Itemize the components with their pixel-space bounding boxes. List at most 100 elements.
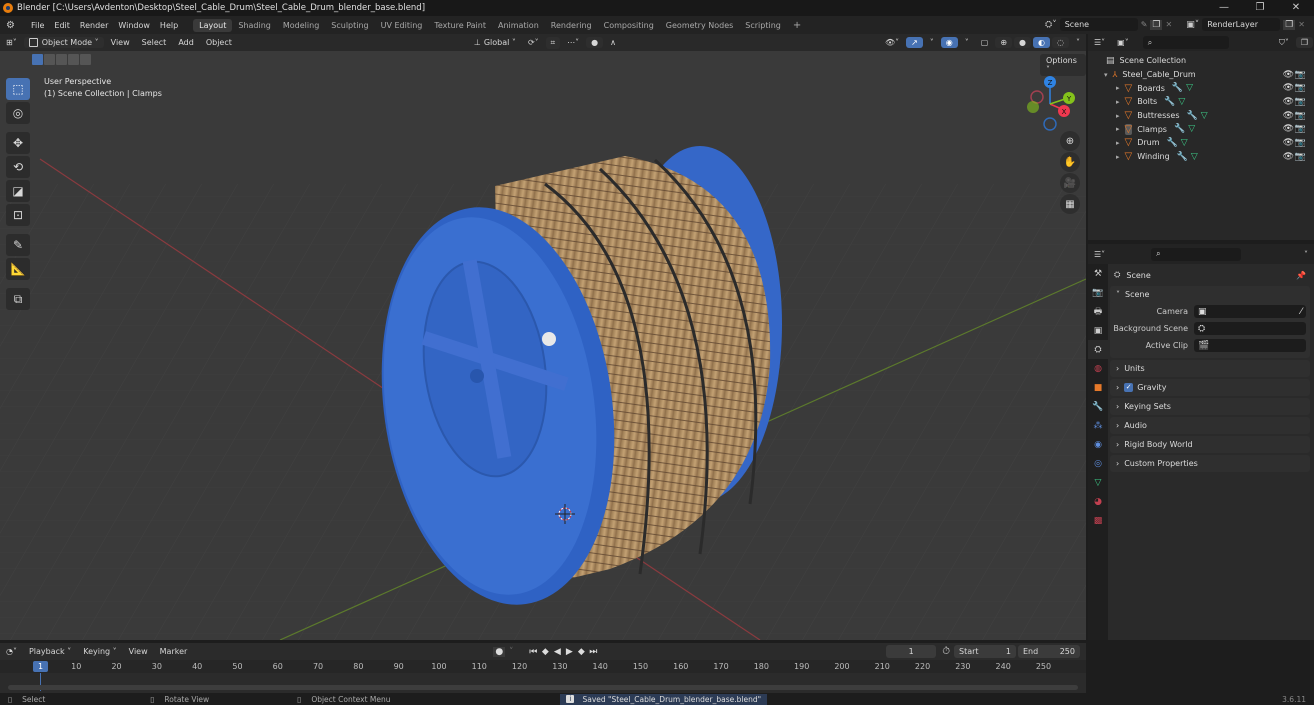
start-frame-field[interactable]: Start 1 <box>954 645 1016 658</box>
units-panel-header[interactable]: › Units <box>1110 360 1310 377</box>
mesh-data-icon[interactable]: ▽ <box>1188 124 1195 134</box>
visibility-eye-icon[interactable]: 👁 <box>1283 124 1294 134</box>
new-view-layer-icon[interactable]: ❐ <box>1283 19 1296 30</box>
filter-dropdown[interactable]: ⛉˅ <box>1274 37 1294 49</box>
tab-animation[interactable]: Animation <box>492 19 545 32</box>
expand-arrow-icon[interactable]: ▸ <box>1116 153 1120 161</box>
minimize-button[interactable]: — <box>1206 0 1242 16</box>
render-camera-icon[interactable]: 📷 <box>1295 70 1306 80</box>
tool-tab-icon[interactable]: ⚒ <box>1088 264 1108 283</box>
overlays-dropdown[interactable]: ˅ <box>960 37 974 48</box>
collection-row[interactable]: ▾ ⅄ Steel_Cable_Drum 👁 📷 <box>1088 68 1314 82</box>
keying-sets-panel-header[interactable]: › Keying Sets <box>1110 398 1310 415</box>
pivot-point-dropdown[interactable]: ⟳˅ <box>523 37 544 48</box>
viewport-scene[interactable] <box>0 34 1086 640</box>
mesh-data-icon[interactable]: ▽ <box>1181 138 1188 148</box>
annotate-tool[interactable]: ✎ <box>6 234 30 256</box>
tab-uv-editing[interactable]: UV Editing <box>375 19 429 32</box>
gravity-checkbox[interactable]: ✓ <box>1124 383 1134 392</box>
cursor-tool[interactable]: ◎ <box>6 102 30 124</box>
modifiers-tab-icon[interactable]: 🔧 <box>1088 397 1108 416</box>
modifier-wrench-icon[interactable]: 🔧 <box>1187 111 1198 121</box>
outliner-item[interactable]: ▸ ▽ Bolts 🔧 ▽ 👁 📷 <box>1088 95 1314 109</box>
outliner-item-active[interactable]: ▸ ▽ Clamps 🔧 ▽ 👁 📷 <box>1088 122 1314 136</box>
play-button[interactable]: ▶ <box>563 647 575 657</box>
modifier-wrench-icon[interactable]: 🔧 <box>1167 138 1178 148</box>
jump-start-button[interactable]: ⏮ <box>527 647 539 657</box>
delete-view-layer-icon[interactable]: ✕ <box>1298 20 1305 29</box>
modifier-wrench-icon[interactable]: 🔧 <box>1177 152 1188 162</box>
particles-tab-icon[interactable]: ⁂ <box>1088 416 1108 435</box>
visibility-eye-icon[interactable]: 👁 <box>1283 83 1294 93</box>
menu-file[interactable]: File <box>26 21 49 30</box>
play-reverse-button[interactable]: ◀ <box>551 647 563 657</box>
pan-hand-icon[interactable]: ✋ <box>1060 152 1080 172</box>
render-camera-icon[interactable]: 📷 <box>1295 124 1306 134</box>
render-tab-icon[interactable]: 📷 <box>1088 283 1108 302</box>
tab-layout[interactable]: Layout <box>193 18 233 32</box>
render-camera-icon[interactable]: 📷 <box>1295 97 1306 107</box>
view-layer-field[interactable]: RenderLayer <box>1202 18 1281 31</box>
outliner-editor-type[interactable]: ☰˅ <box>1089 37 1110 48</box>
gizmo-neg-z[interactable] <box>1043 117 1057 131</box>
modifier-wrench-icon[interactable]: 🔧 <box>1174 124 1185 134</box>
expand-arrow-icon[interactable]: ▸ <box>1116 125 1120 133</box>
menu-marker[interactable]: Marker <box>155 646 193 657</box>
menu-view[interactable]: View <box>106 37 135 48</box>
expand-arrow-icon[interactable]: ▸ <box>1116 112 1120 120</box>
modifier-wrench-icon[interactable]: 🔧 <box>1164 97 1175 107</box>
modifier-wrench-icon[interactable]: 🔧 <box>1172 83 1183 93</box>
menu-window[interactable]: Window <box>113 21 155 30</box>
overlays-toggle[interactable]: ◉ <box>940 37 958 48</box>
expand-arrow-icon[interactable]: ▸ <box>1116 84 1120 92</box>
render-camera-icon[interactable]: 📷 <box>1295 83 1306 93</box>
select-box-tool[interactable]: ⬚ <box>6 78 30 100</box>
display-mode-dropdown[interactable]: ▣˅ <box>1112 37 1134 48</box>
tab-sculpting[interactable]: Sculpting <box>325 19 374 32</box>
constraints-tab-icon[interactable]: ◎ <box>1088 454 1108 473</box>
tab-modeling[interactable]: Modeling <box>277 19 325 32</box>
texture-tab-icon[interactable]: ▩ <box>1088 511 1108 530</box>
view-layer-tab-icon[interactable]: ▣ <box>1088 321 1108 340</box>
stopwatch-icon[interactable]: ⏱ <box>942 646 950 657</box>
tab-compositing[interactable]: Compositing <box>598 19 660 32</box>
delete-scene-icon[interactable]: ✕ <box>1165 20 1172 29</box>
object-tab-icon[interactable]: ■ <box>1088 378 1108 397</box>
measure-tool[interactable]: 📐 <box>6 258 30 280</box>
next-keyframe-button[interactable]: ◆ <box>575 647 587 657</box>
select-subtract-icon[interactable] <box>56 54 67 65</box>
playhead[interactable]: 1 <box>33 661 48 672</box>
shading-rendered[interactable]: ◌ <box>1052 37 1069 48</box>
gravity-panel-header[interactable]: › ✓ Gravity <box>1110 379 1310 396</box>
timeline-scrollbar[interactable] <box>8 685 1078 690</box>
properties-options-dropdown[interactable]: ˅ <box>1299 249 1313 260</box>
menu-add[interactable]: Add <box>173 37 199 48</box>
menu-keying[interactable]: Keying ˅ <box>78 646 121 657</box>
menu-edit[interactable]: Edit <box>49 21 75 30</box>
render-camera-icon[interactable]: 📷 <box>1295 111 1306 121</box>
properties-editor-type[interactable]: ☰˅ <box>1089 249 1110 260</box>
properties-search-input[interactable]: ⌕ <box>1151 247 1242 261</box>
select-new-icon[interactable] <box>32 54 43 65</box>
pin-icon[interactable]: 📌 <box>1296 271 1306 280</box>
scene-name-field[interactable]: Scene <box>1059 18 1138 31</box>
scene-panel-header[interactable]: ˅ Scene <box>1110 286 1310 303</box>
gizmo-dropdown[interactable]: ˅ <box>925 37 939 48</box>
menu-playback[interactable]: Playback ˅ <box>24 646 76 657</box>
expand-arrow-icon[interactable]: ▾ <box>1104 71 1108 79</box>
proportional-edit-toggle[interactable]: ● <box>586 37 604 48</box>
render-camera-icon[interactable]: 📷 <box>1295 152 1306 162</box>
editor-type-button[interactable]: ⊞˅ <box>1 37 22 48</box>
3d-viewport[interactable]: ⊞˅ Object Mode ˅ View Select Add Object … <box>0 34 1086 640</box>
outliner-item[interactable]: ▸ ▽ Boards 🔧 ▽ 👁 📷 <box>1088 81 1314 95</box>
active-clip-field[interactable]: 🎬 <box>1194 339 1306 352</box>
xray-toggle[interactable]: ▢ <box>976 37 994 48</box>
timeline-editor-type[interactable]: ◔˅ <box>1 646 22 657</box>
move-tool[interactable]: ✥ <box>6 132 30 154</box>
select-extend-icon[interactable] <box>44 54 55 65</box>
camera-field[interactable]: ▣ ⁄ <box>1194 305 1306 318</box>
scene-tab-icon[interactable]: ⛭ <box>1088 340 1108 359</box>
close-button[interactable]: ✕ <box>1278 0 1314 16</box>
maximize-button[interactable]: ❐ <box>1242 0 1278 16</box>
tab-shading[interactable]: Shading <box>232 19 277 32</box>
